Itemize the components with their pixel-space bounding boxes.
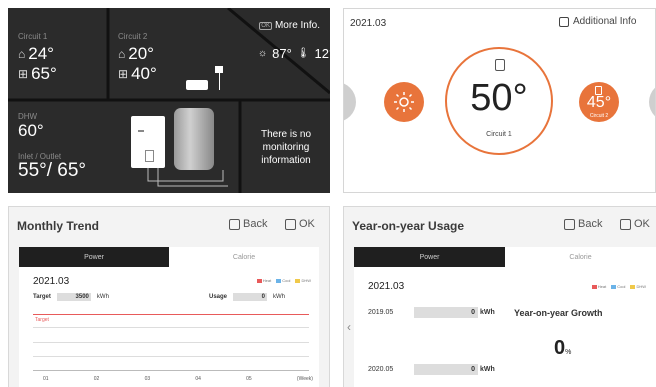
usage-label: Usage <box>209 294 228 300</box>
back-key-icon <box>564 218 575 230</box>
legend-dhw: DHW <box>636 284 646 289</box>
growth-label: Year-on-year Growth <box>514 308 603 318</box>
yoy-row: 2019.05 0 kWh <box>368 307 495 318</box>
info-key-icon <box>559 16 569 27</box>
prev-circuit-peek[interactable] <box>344 82 356 122</box>
main-temperature: 50° <box>470 77 528 119</box>
main-circuit-label: Circuit 1 <box>486 131 512 138</box>
usage-value: 0 <box>233 293 268 301</box>
yoy-card: 2021.03 Heat Cool DHW 2019.05 0 kWh 2020… <box>354 267 656 387</box>
indoor-temp: 12° <box>314 46 330 61</box>
tab-bar: Power Calorie <box>354 247 656 267</box>
circuit-control-panel: 2021.03 Additional Info 50° Circuit 1 45… <box>343 8 656 193</box>
ok-key-icon <box>285 218 296 230</box>
heat-mode-button[interactable] <box>384 82 424 122</box>
legend-swatch-cool <box>276 278 282 283</box>
x-tick: 03 <box>144 376 151 382</box>
sun-icon <box>394 92 414 112</box>
growth-unit: % <box>565 349 572 356</box>
next-circuit-peek[interactable] <box>649 82 655 122</box>
back-label: Back <box>243 218 268 230</box>
prev-arrow-button[interactable]: ‹ <box>344 267 354 387</box>
tab-bar: Power Calorie <box>19 247 319 267</box>
no-monitoring-info: There is no monitoring information <box>260 129 312 166</box>
legend: Heat Cool DHW <box>591 284 646 289</box>
more-info-label: More Info. <box>274 20 320 31</box>
x-tick: 02 <box>93 376 100 382</box>
period-label: 2020.05 <box>368 366 394 373</box>
usage-value: 0 <box>414 307 478 318</box>
target-unit: kWh <box>96 294 109 300</box>
legend-dhw: DHW <box>301 278 311 283</box>
back-label: Back <box>578 218 603 230</box>
legend-cool: Cool <box>282 278 291 283</box>
date-label: 2021.03 <box>368 281 405 292</box>
tab-power[interactable]: Power <box>19 247 169 267</box>
usage-value: 0 <box>414 364 478 375</box>
grid-line <box>33 327 309 328</box>
usage-unit: kWh <box>480 366 495 373</box>
grid-line <box>33 342 309 343</box>
target-line <box>33 314 309 315</box>
grid-line <box>33 370 309 371</box>
legend-swatch-cool <box>611 284 617 289</box>
additional-info-button[interactable]: Additional Info <box>559 16 636 27</box>
x-tick: 04 <box>195 376 201 382</box>
circuit2-temperature: 45° <box>586 94 612 111</box>
growth-value-block: 0 % <box>554 337 571 360</box>
x-axis-ticks: 01 02 03 04 05 (Week) <box>43 376 313 382</box>
additional-info-label: Additional Info <box>573 16 637 27</box>
back-button[interactable]: Back <box>229 218 267 230</box>
outdoor-temp: 87° <box>272 46 292 61</box>
ok-button[interactable]: OK <box>620 218 650 230</box>
monthly-trend-panel: Monthly Trend Back OK Power Calorie 2021… <box>8 206 330 387</box>
yoy-usage-panel: Year-on-year Usage Back OK Power Calorie… <box>343 206 656 387</box>
page-title: Year-on-year Usage <box>352 219 465 233</box>
back-key-icon <box>229 218 240 230</box>
tab-calorie[interactable]: Calorie <box>505 247 656 267</box>
date-label: 2021.03 <box>350 18 387 29</box>
ok-key-icon: OK <box>259 21 272 30</box>
circuit2-button[interactable]: 45° Circuit 2 <box>579 82 619 122</box>
ok-label: OK <box>634 218 650 230</box>
growth-value: 0 <box>554 337 566 359</box>
ok-key-icon <box>620 218 631 230</box>
legend-swatch-heat <box>591 284 597 289</box>
legend-swatch-dhw <box>630 284 636 289</box>
x-tick: 05 <box>246 376 252 382</box>
outdoor-icon: ☼ <box>258 48 268 59</box>
tab-power[interactable]: Power <box>354 247 505 267</box>
outdoor-temps: ☼ 87° 🌡 12° <box>258 46 330 61</box>
date-label: 2021.03 <box>33 276 70 287</box>
grid-line <box>33 356 309 357</box>
target-input[interactable]: 3500 <box>56 293 91 301</box>
legend-heat: Heat <box>262 278 272 283</box>
ok-button[interactable]: OK <box>285 218 315 230</box>
more-info-button[interactable]: OK More Info. <box>259 20 320 31</box>
main-temperature-dial[interactable]: 50° Circuit 1 <box>445 47 553 155</box>
period-label: 2019.05 <box>368 309 394 316</box>
target-line-label: Target <box>35 317 49 323</box>
usage-unit: kWh <box>480 309 495 316</box>
back-button[interactable]: Back <box>564 218 602 230</box>
thermometer-icon: 🌡 <box>296 48 310 59</box>
legend-swatch-heat <box>256 278 262 283</box>
pipes <box>147 168 228 187</box>
legend-swatch-dhw <box>295 278 301 283</box>
room-sensor-icon <box>495 59 505 71</box>
target-label: Target <box>33 294 51 300</box>
tab-calorie[interactable]: Calorie <box>169 247 319 267</box>
legend-cool: Cool <box>617 284 626 289</box>
usage-unit: kWh <box>273 294 286 300</box>
legend: Heat Cool DHW <box>256 278 311 283</box>
page-title: Monthly Trend <box>17 219 99 233</box>
circuit2-label: Circuit 2 <box>589 113 609 119</box>
x-tick-unit: (Week) <box>296 376 313 382</box>
home-panel: Circuit 1 ⌂ 24° ⊞ 65° Circuit 2 ⌂ 20° ⊞ … <box>8 8 330 193</box>
legend-heat: Heat <box>597 284 607 289</box>
trend-card: 2021.03 Heat Cool DHW Target 3500 kWh Us… <box>19 267 319 387</box>
x-tick: 01 <box>43 376 49 382</box>
ok-label: OK <box>299 218 315 230</box>
yoy-row: 2020.05 0 kWh <box>368 364 495 375</box>
